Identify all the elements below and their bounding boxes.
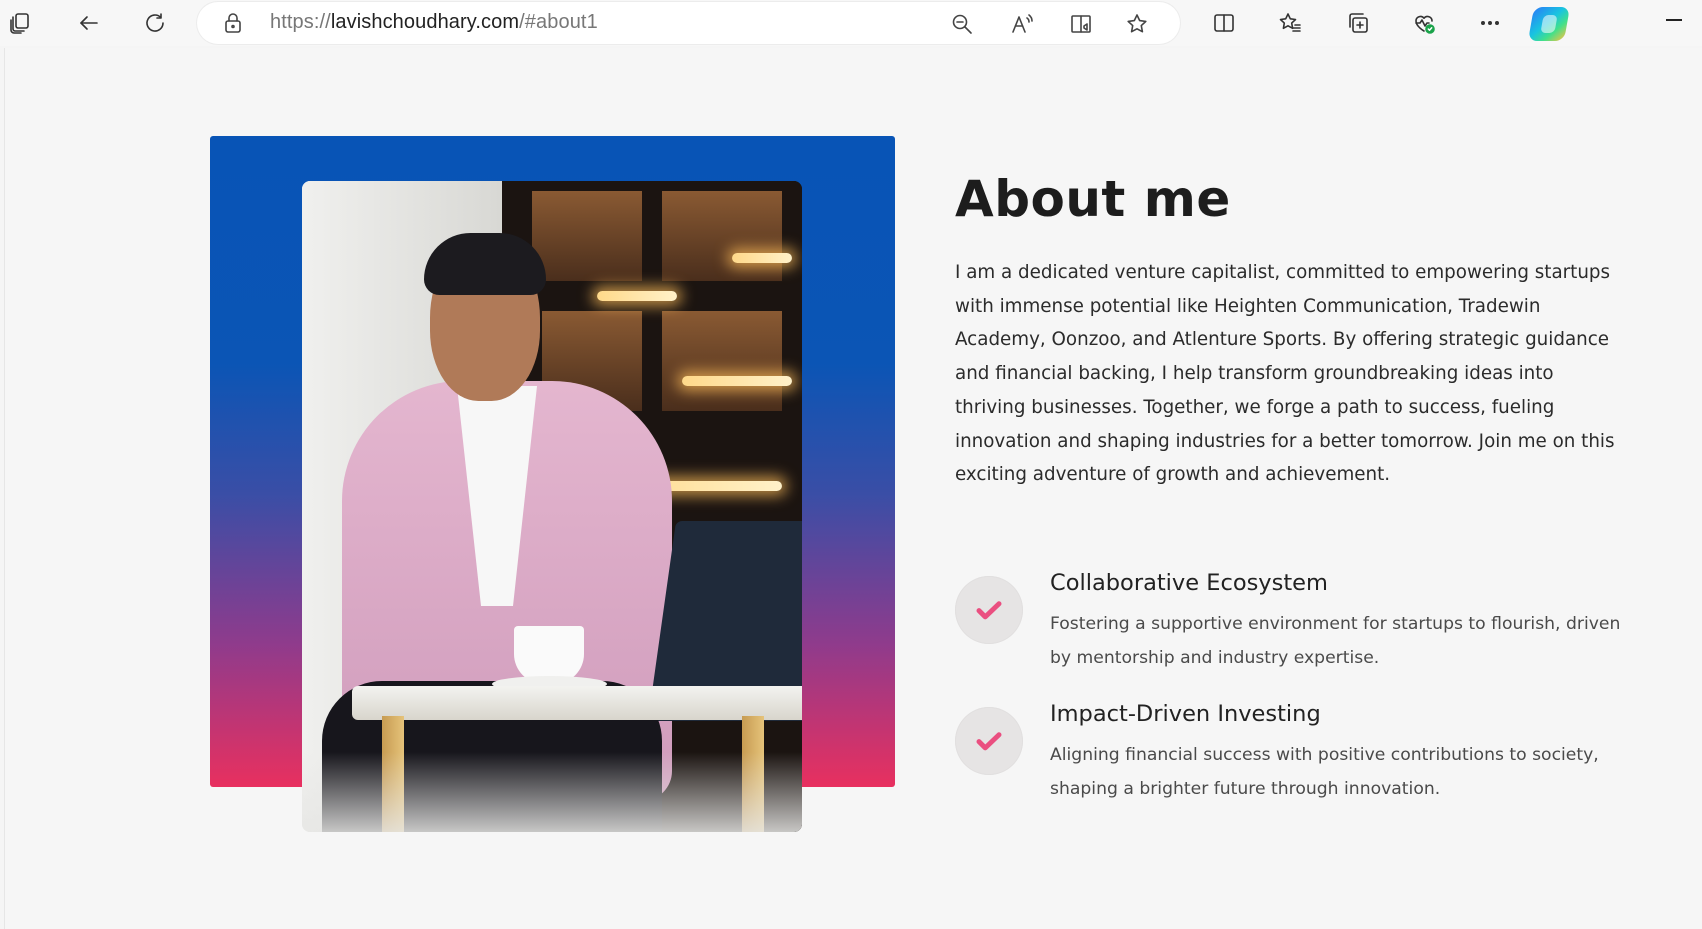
- shelf-light: [597, 291, 677, 301]
- shelf-compartment: [532, 191, 642, 281]
- favorites-icon[interactable]: [1273, 6, 1307, 40]
- feature-description: Fostering a supportive environment for s…: [1050, 614, 1621, 668]
- person-hair: [424, 233, 546, 295]
- favorite-star-icon[interactable]: [1123, 10, 1151, 38]
- copilot-icon[interactable]: [1528, 7, 1570, 41]
- about-title: About me: [955, 170, 1231, 228]
- checkmark-icon: [955, 707, 1023, 775]
- feature-title: Impact-Driven Investing: [1050, 701, 1321, 727]
- immersive-reader-icon[interactable]: [1067, 10, 1095, 38]
- tabs-icon[interactable]: [3, 6, 37, 40]
- zoom-icon[interactable]: [948, 10, 976, 38]
- url-text[interactable]: https://lavishchoudhary.com/#about1: [270, 11, 598, 34]
- about-section: About me I am a dedicated venture capita…: [955, 168, 1615, 485]
- minimize-icon[interactable]: [1666, 19, 1682, 21]
- address-bar[interactable]: https://lavishchoudhary.com/#about1: [197, 2, 1180, 44]
- split-screen-icon[interactable]: [1207, 6, 1241, 40]
- url-scheme: https://: [270, 11, 331, 33]
- lock-icon[interactable]: [221, 11, 245, 35]
- shelf-compartment: [662, 311, 782, 411]
- more-icon[interactable]: [1473, 6, 1507, 40]
- coffee-table: [352, 686, 802, 720]
- read-aloud-icon[interactable]: [1008, 10, 1036, 38]
- browser-toolbar: https://lavishchoudhary.com/#about1: [0, 0, 1702, 46]
- shelf-light: [682, 376, 792, 386]
- feature-description: Aligning financial success with positive…: [1050, 745, 1599, 799]
- feature-title: Collaborative Ecosystem: [1050, 570, 1328, 596]
- browser-essentials-icon[interactable]: [1407, 6, 1441, 40]
- checkmark-icon: [955, 576, 1023, 644]
- back-icon[interactable]: [72, 6, 106, 40]
- url-host: lavishchoudhary.com: [330, 11, 520, 33]
- refresh-icon[interactable]: [138, 6, 172, 40]
- profile-photo: [302, 181, 802, 832]
- shelf-light: [732, 253, 792, 263]
- url-path: /#about1: [519, 11, 598, 33]
- collections-icon[interactable]: [1341, 6, 1375, 40]
- about-intro: I am a dedicated venture capitalist, com…: [955, 262, 1615, 486]
- photo-fade: [302, 752, 802, 832]
- shelf-compartment: [662, 191, 782, 281]
